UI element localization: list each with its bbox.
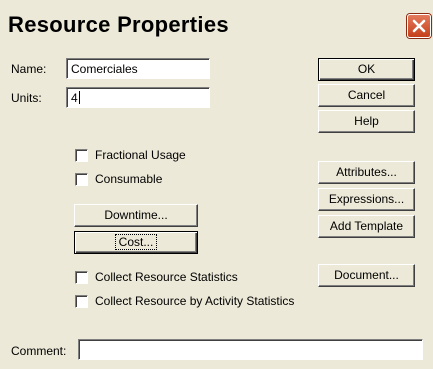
downtime-button[interactable]: Downtime... <box>74 204 198 227</box>
close-button[interactable] <box>407 14 431 38</box>
dialog-title: Resource Properties <box>8 12 229 37</box>
fractional-usage-box[interactable] <box>75 149 88 162</box>
collect-resource-statistics-checkbox[interactable]: Collect Resource Statistics <box>75 270 305 286</box>
ok-button[interactable]: OK <box>318 58 415 81</box>
help-button[interactable]: Help <box>318 110 415 133</box>
add-template-button[interactable]: Add Template <box>318 215 415 238</box>
name-value: Comerciales <box>71 62 138 76</box>
document-button[interactable]: Document... <box>318 264 415 287</box>
units-label: Units: <box>11 91 42 105</box>
units-value: 4 <box>71 91 78 105</box>
title-bar[interactable]: Resource Properties <box>0 0 433 44</box>
expressions-button[interactable]: Expressions... <box>318 188 415 211</box>
collect-resource-statistics-box[interactable] <box>75 271 88 284</box>
consumable-box[interactable] <box>75 173 88 186</box>
resource-properties-dialog: Resource Properties Name: Comerciales Un… <box>0 0 433 369</box>
name-label: Name: <box>11 62 47 76</box>
cost-label: Cost... <box>114 234 158 250</box>
collect-resource-statistics-label: Collect Resource Statistics <box>95 270 238 284</box>
name-field[interactable]: Comerciales <box>66 58 210 79</box>
text-caret <box>78 91 80 104</box>
fractional-usage-checkbox[interactable]: Fractional Usage <box>75 148 275 164</box>
cost-button[interactable]: Cost... <box>74 231 198 254</box>
units-field[interactable]: 4 <box>66 87 210 108</box>
consumable-checkbox[interactable]: Consumable <box>75 172 275 188</box>
comment-field[interactable] <box>78 339 423 360</box>
fractional-usage-label: Fractional Usage <box>95 148 186 162</box>
comment-label: Comment: <box>11 344 67 358</box>
collect-by-activity-checkbox[interactable]: Collect Resource by Activity Statistics <box>75 294 315 310</box>
consumable-label: Consumable <box>95 172 163 186</box>
attributes-button[interactable]: Attributes... <box>318 161 415 184</box>
close-icon <box>412 19 426 33</box>
collect-by-activity-box[interactable] <box>75 295 88 308</box>
cancel-button[interactable]: Cancel <box>318 84 415 107</box>
collect-by-activity-label: Collect Resource by Activity Statistics <box>95 294 295 308</box>
